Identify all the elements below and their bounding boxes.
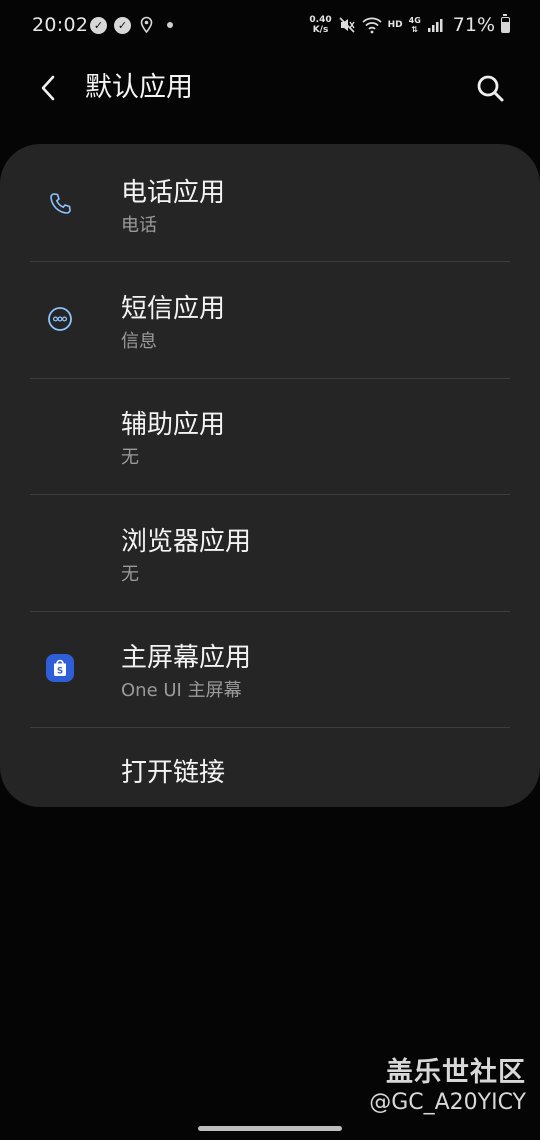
- hd-voice-label: HD: [387, 20, 403, 30]
- default-apps-list: 电话应用 电话 短信应用 信息 辅助应用 无 浏览器应用 无 S 主屏幕应用 O…: [0, 144, 540, 807]
- network-speed-value: 0.40: [309, 15, 332, 25]
- item-title: 打开链接: [121, 758, 226, 788]
- battery-fill: [502, 22, 509, 32]
- list-item-phone-app[interactable]: 电话应用 电话: [0, 144, 540, 261]
- search-icon: [477, 75, 504, 102]
- watermark-handle: @GC_A20YICY: [369, 1090, 526, 1115]
- list-item-open-links[interactable]: 打开链接: [0, 728, 540, 807]
- item-title: 短信应用: [121, 294, 226, 324]
- item-title: 辅助应用: [121, 410, 226, 440]
- list-item-home-app[interactable]: S 主屏幕应用 One UI 主屏幕: [0, 612, 540, 727]
- notification-icons: ✓ ✓: [90, 16, 173, 34]
- network-type-label: 4G: [408, 16, 421, 25]
- svg-text:S: S: [57, 667, 63, 677]
- item-subtitle: 无: [121, 564, 139, 585]
- list-item-sms-app[interactable]: 短信应用 信息: [0, 262, 540, 378]
- signal-icon: [427, 19, 443, 32]
- home-launcher-icon: S: [44, 652, 76, 684]
- item-title: 电话应用: [121, 178, 226, 208]
- watermark-title: 盖乐世社区: [386, 1057, 526, 1088]
- data-arrows-icon: ⇅: [411, 25, 419, 34]
- page-title: 默认应用: [85, 72, 193, 103]
- list-item-assist-app[interactable]: 辅助应用 无: [0, 379, 540, 494]
- battery-percent: 71%: [452, 14, 495, 36]
- location-pin-icon: [140, 16, 153, 34]
- item-title: 主屏幕应用: [121, 643, 252, 673]
- mute-icon: [339, 17, 355, 33]
- network-speed: 0.40 K/s: [309, 15, 331, 35]
- check-badge-icon: ✓: [114, 16, 131, 34]
- item-subtitle: 电话: [121, 215, 157, 236]
- chevron-left-icon: [41, 75, 55, 101]
- back-button[interactable]: [28, 68, 68, 108]
- network-type: 4G ⇅: [409, 16, 421, 34]
- more-notifications-dot-icon: [167, 22, 173, 28]
- status-bar: 20:02 ✓ ✓ 0.40 K/s HD 4G ⇅ 71%: [0, 0, 540, 52]
- list-item-browser-app[interactable]: 浏览器应用 无: [0, 495, 540, 611]
- item-subtitle: 无: [121, 447, 139, 468]
- network-speed-unit: K/s: [312, 25, 329, 35]
- check-badge-icon: ✓: [90, 16, 107, 34]
- search-button[interactable]: [468, 66, 512, 110]
- battery-icon: [501, 14, 510, 33]
- home-indicator[interactable]: [198, 1126, 342, 1131]
- item-title: 浏览器应用: [121, 527, 252, 557]
- status-time: 20:02: [32, 14, 89, 36]
- messages-icon: [44, 303, 76, 335]
- item-subtitle: One UI 主屏幕: [121, 680, 242, 701]
- app-bar: 默认应用: [0, 52, 540, 124]
- phone-icon: [44, 188, 76, 220]
- item-subtitle: 信息: [121, 331, 157, 352]
- wifi-icon: [361, 17, 382, 34]
- status-icons: 0.40 K/s HD 4G ⇅ 71%: [309, 14, 510, 36]
